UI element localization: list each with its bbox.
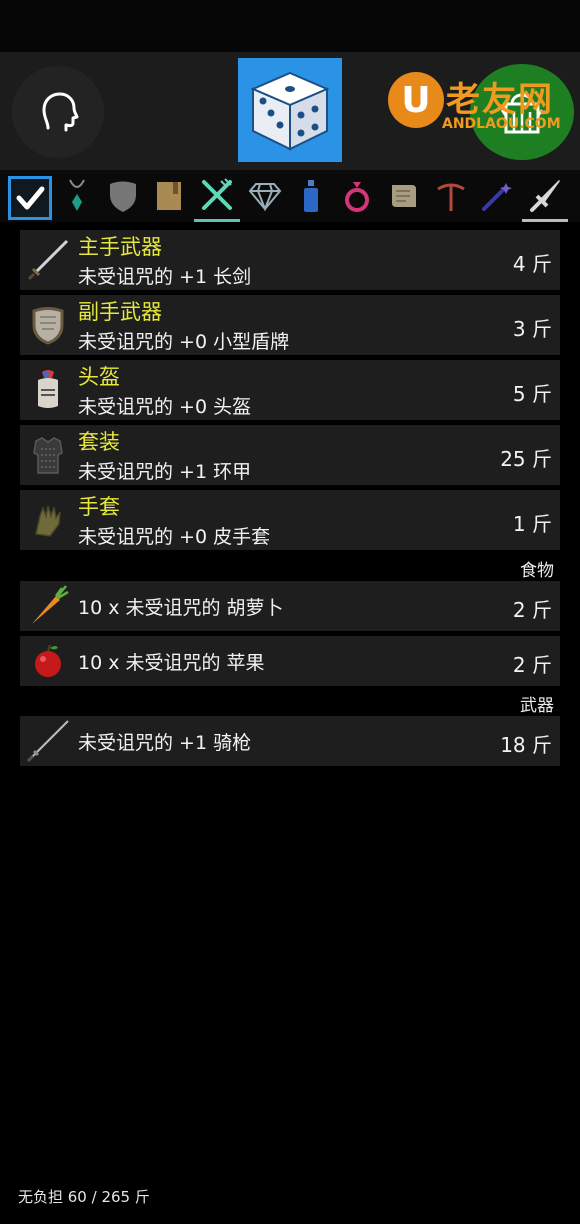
apple-icon xyxy=(26,639,70,683)
head-profile-icon xyxy=(42,92,79,132)
watermark-logo: U xyxy=(388,72,444,128)
slot-category: 副手武器 xyxy=(78,300,162,324)
random-dice-button[interactable] xyxy=(238,58,342,162)
section-label-food: 食物 xyxy=(520,561,554,581)
list-item[interactable]: 10 x 未受诅咒的 胡萝卜 2 斤 xyxy=(20,581,560,631)
item-weight: 4 斤 xyxy=(512,252,552,276)
leather-glove-icon xyxy=(26,498,70,542)
book-icon xyxy=(157,182,181,210)
ring-mail-icon xyxy=(26,433,70,477)
longsword-icon xyxy=(26,238,70,282)
carrot-icon xyxy=(26,584,70,628)
watermark-title: 老友网 xyxy=(446,80,554,120)
header-bar: U 老友网 ANDLAOU.COM xyxy=(0,52,580,170)
lance-icon xyxy=(26,719,70,763)
tab-gems[interactable] xyxy=(242,170,288,222)
wand-icon xyxy=(482,183,512,211)
equipped-slot-main-hand[interactable]: 主手武器 未受诅咒的 +1 长剑 4 斤 xyxy=(20,230,560,290)
item-name: 未受诅咒的 +1 骑枪 xyxy=(78,732,252,754)
sword-icon xyxy=(530,179,560,212)
item-weight: 2 斤 xyxy=(512,653,552,677)
tab-potions[interactable] xyxy=(288,170,334,222)
category-tab-bar xyxy=(0,170,580,222)
item-name: 未受诅咒的 +1 环甲 xyxy=(78,461,252,483)
potion-icon xyxy=(304,180,318,212)
tab-tools[interactable] xyxy=(428,170,474,222)
fork-knife-icon xyxy=(202,177,232,210)
tab-scrolls[interactable] xyxy=(380,170,426,222)
slot-category: 主手武器 xyxy=(78,235,162,259)
ring-icon xyxy=(345,182,369,212)
tab-wands[interactable] xyxy=(474,170,520,222)
watermark-domain: ANDLAOU.COM xyxy=(442,116,561,132)
helmet-icon xyxy=(26,368,70,412)
site-watermark: U 老友网 ANDLAOU.COM xyxy=(388,70,578,138)
item-weight: 5 斤 xyxy=(512,382,552,406)
tab-rings[interactable] xyxy=(334,170,380,222)
item-name: 未受诅咒的 +0 小型盾牌 xyxy=(78,331,290,353)
item-name: 10 x 未受诅咒的 胡萝卜 xyxy=(78,597,284,619)
tab-armor[interactable] xyxy=(100,170,146,222)
small-shield-icon xyxy=(26,303,70,347)
item-weight: 18 斤 xyxy=(500,733,552,757)
item-name: 未受诅咒的 +0 皮手套 xyxy=(78,526,271,548)
equipped-slot-helmet[interactable]: 头盔 未受诅咒的 +0 头盔 5 斤 xyxy=(20,360,560,420)
item-weight: 25 斤 xyxy=(500,447,552,471)
item-weight: 1 斤 xyxy=(512,512,552,536)
top-bar xyxy=(0,0,580,52)
item-weight: 2 斤 xyxy=(512,598,552,622)
equipped-slot-body-armor[interactable]: 套装 未受诅咒的 +1 环甲 25 斤 xyxy=(20,425,560,485)
equipped-slot-off-hand[interactable]: 副手武器 未受诅咒的 +0 小型盾牌 3 斤 xyxy=(20,295,560,355)
dice-icon xyxy=(250,71,330,151)
tab-amulets[interactable] xyxy=(54,170,100,222)
slot-category: 手套 xyxy=(78,495,120,519)
item-name: 未受诅咒的 +1 长剑 xyxy=(78,266,252,288)
shield-icon xyxy=(110,181,136,212)
pickaxe-icon xyxy=(437,183,465,211)
equipped-slot-gloves[interactable]: 手套 未受诅咒的 +0 皮手套 1 斤 xyxy=(20,490,560,550)
tab-weapons[interactable] xyxy=(522,170,568,222)
checkbox-icon xyxy=(16,186,45,210)
slot-category: 头盔 xyxy=(78,365,120,389)
scroll-icon xyxy=(392,185,416,207)
gem-icon xyxy=(248,183,282,211)
list-item[interactable]: 未受诅咒的 +1 骑枪 18 斤 xyxy=(20,716,560,766)
list-item[interactable]: 10 x 未受诅咒的 苹果 2 斤 xyxy=(20,636,560,686)
tab-books[interactable] xyxy=(146,170,192,222)
tab-food[interactable] xyxy=(194,170,240,222)
tab-all[interactable] xyxy=(8,176,52,220)
character-button[interactable] xyxy=(12,66,104,158)
section-label-weapons: 武器 xyxy=(520,696,554,716)
encumbrance-status: 无负担 60 / 265 斤 xyxy=(18,1188,150,1206)
amulet-icon xyxy=(69,179,85,211)
item-weight: 3 斤 xyxy=(512,317,552,341)
slot-category: 套装 xyxy=(78,430,120,454)
item-name: 10 x 未受诅咒的 苹果 xyxy=(78,652,265,674)
item-name: 未受诅咒的 +0 头盔 xyxy=(78,396,252,418)
